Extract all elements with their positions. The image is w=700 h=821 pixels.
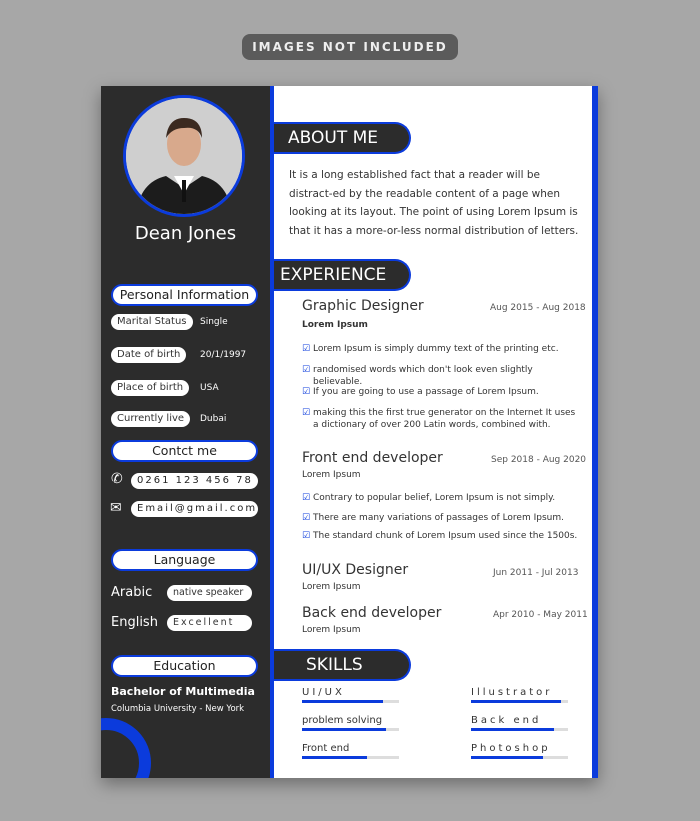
job-company: Lorem Ipsum xyxy=(302,625,361,635)
skill-name: Back end xyxy=(471,715,542,726)
experience-heading: EXPERIENCE xyxy=(274,259,411,291)
phone-icon: ✆ xyxy=(111,471,123,487)
language-level: native speaker xyxy=(167,585,252,601)
images-not-included-banner: IMAGES NOT INCLUDED xyxy=(242,34,458,60)
job-dates: Sep 2018 - Aug 2020 xyxy=(491,455,587,465)
skill-bar xyxy=(471,756,568,759)
skill-bar xyxy=(471,700,568,703)
job-bullet: Lorem Ipsum is simply dummy text of the … xyxy=(302,343,582,355)
skill-bar xyxy=(302,756,399,759)
skill-name: UI/UX xyxy=(302,687,345,698)
current-residence-value: Dubai xyxy=(200,414,227,424)
job-company: Lorem Ipsum xyxy=(302,582,361,592)
skill-bar xyxy=(471,728,568,731)
language-heading: Language xyxy=(111,549,258,571)
skill-bar-fill xyxy=(471,756,543,759)
current-residence-label: Currently live xyxy=(111,411,191,427)
job-bullet: There are many variations of passages of… xyxy=(302,512,582,524)
profile-photo xyxy=(123,95,245,217)
skill-name: problem solving xyxy=(302,715,383,726)
skill-name: Illustrator xyxy=(471,687,553,698)
skill-item: UI/UX xyxy=(302,687,399,703)
dob-label: Date of birth xyxy=(111,347,187,363)
place-of-birth-value: USA xyxy=(200,383,219,393)
email-icon: ✉ xyxy=(110,500,122,516)
contact-heading: Contct me xyxy=(111,440,258,462)
skill-bar-fill xyxy=(302,728,387,731)
skill-item: Front end xyxy=(302,743,399,759)
candidate-name: Dean Jones xyxy=(134,223,237,244)
job-bullet: The standard chunk of Lorem Ipsum used s… xyxy=(302,530,582,542)
job-dates: Apr 2010 - May 2011 xyxy=(493,610,588,620)
job-company: Lorem Ipsum xyxy=(302,320,368,330)
skill-bar-fill xyxy=(471,700,562,703)
skill-item: Photoshop xyxy=(471,743,568,759)
job-dates: Jun 2011 - Jul 2013 xyxy=(493,568,579,578)
marital-status-label: Marital Status xyxy=(111,314,193,330)
job-dates: Aug 2015 - Aug 2018 xyxy=(490,303,586,313)
language-level: Excellent xyxy=(167,615,252,631)
skill-name: Front end xyxy=(302,743,350,754)
skill-name: Photoshop xyxy=(471,743,551,754)
skill-bar-fill xyxy=(302,756,367,759)
about-heading: ABOUT ME xyxy=(274,122,411,154)
job-company: Lorem Ipsum xyxy=(302,470,361,480)
skill-item: problem solving xyxy=(302,715,399,731)
skill-bar-fill xyxy=(302,700,383,703)
marital-status-value: Single xyxy=(200,317,228,327)
job-title: Graphic Designer xyxy=(302,298,424,314)
job-bullet: Contrary to popular belief, Lorem Ipsum … xyxy=(302,492,582,504)
skill-item: Back end xyxy=(471,715,568,731)
place-of-birth-label: Place of birth xyxy=(111,380,190,396)
skill-bar-fill xyxy=(471,728,555,731)
language-name: English xyxy=(111,615,158,630)
skill-item: Illustrator xyxy=(471,687,568,703)
skill-bar xyxy=(302,700,399,703)
job-bullet: making this the first true generator on … xyxy=(302,407,582,431)
email-address[interactable]: Email@gmail.com xyxy=(131,501,258,517)
job-title: Front end developer xyxy=(302,450,443,466)
job-title: UI/UX Designer xyxy=(302,562,409,578)
about-text: It is a long established fact that a rea… xyxy=(289,169,579,237)
job-bullet: randomised words which don't look even s… xyxy=(302,364,582,388)
skill-bar xyxy=(302,728,399,731)
accent-stripe-right xyxy=(592,86,598,778)
degree: Bachelor of Multimedia xyxy=(111,685,255,698)
phone-number[interactable]: 0261 123 456 78 xyxy=(131,473,258,489)
skills-heading: SKILLS xyxy=(274,649,411,681)
personal-info-heading: Personal Information xyxy=(111,284,258,306)
resume: Dean Jones Personal Information Marital … xyxy=(101,86,598,778)
dob-value: 20/1/1997 xyxy=(200,350,247,360)
job-title: Back end developer xyxy=(302,605,442,621)
job-bullet: If you are going to use a passage of Lor… xyxy=(302,386,582,398)
school: Columbia University - New York xyxy=(111,704,245,714)
language-name: Arabic xyxy=(111,585,153,600)
education-heading: Education xyxy=(111,655,258,677)
